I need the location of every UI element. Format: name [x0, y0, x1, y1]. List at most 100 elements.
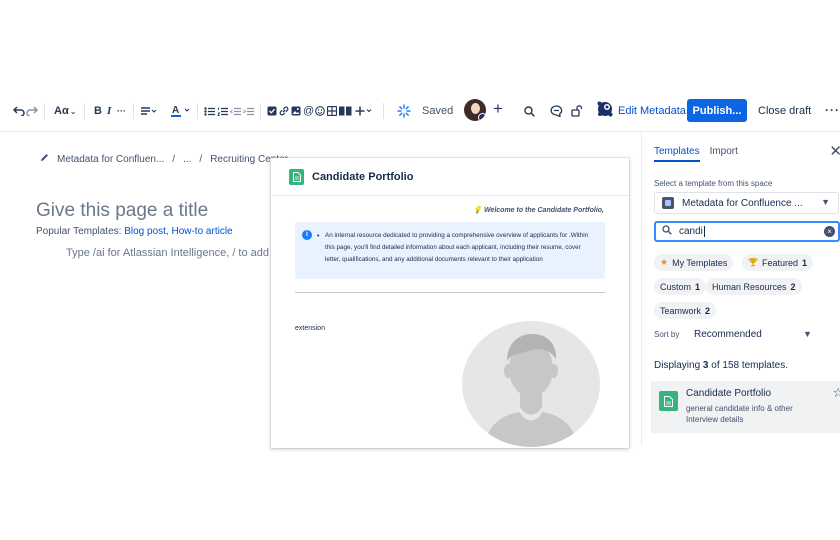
filter-chip-featured[interactable]: Featured 1 — [742, 254, 814, 271]
space-select[interactable]: Metadata for Confluence ... ▼ — [654, 192, 839, 214]
text-color-icon[interactable]: A — [171, 100, 191, 122]
redo-icon[interactable] — [26, 100, 38, 122]
chip-count: 1 — [695, 281, 701, 292]
blog-post-link[interactable]: Blog post — [124, 226, 166, 237]
italic-icon[interactable]: I — [107, 100, 111, 122]
outdent-icon[interactable] — [230, 100, 241, 122]
preview-title: Candidate Portfolio — [312, 170, 414, 183]
avatar[interactable] — [464, 99, 486, 121]
tab-templates[interactable]: Templates — [654, 146, 700, 162]
lightbulb-icon: 💡 — [473, 207, 482, 214]
avatar-badge — [478, 113, 486, 121]
template-result-description: general candidate info & other Interview… — [686, 404, 793, 424]
breadcrumb: Metadata for Confluen... / ... / Recruit… — [40, 153, 288, 165]
image-icon[interactable] — [291, 100, 301, 122]
emoji-icon[interactable] — [315, 100, 325, 122]
text-style-label: Aα — [54, 105, 69, 117]
pencil-icon — [40, 153, 49, 165]
tab-import[interactable]: Import — [710, 146, 738, 162]
link-icon[interactable] — [279, 100, 289, 122]
avatar-placeholder-image — [462, 321, 600, 447]
extension-label: extension — [295, 325, 325, 332]
document-icon — [289, 168, 304, 185]
breadcrumb-separator: / — [172, 153, 176, 165]
chip-count: 2 — [705, 305, 711, 316]
document-icon — [659, 391, 678, 411]
clear-search-icon[interactable]: × — [824, 226, 835, 237]
link-separator: , — [165, 226, 169, 237]
results-count: Displaying 3 of 158 templates. — [654, 360, 788, 371]
text-style-button[interactable]: Aα ⌄ — [54, 100, 76, 122]
toolbar-divider — [84, 103, 85, 119]
template-preview: Candidate Portfolio 💡 Welcome to the Can… — [271, 158, 629, 448]
toolbar-divider — [383, 103, 384, 119]
table-icon[interactable] — [327, 100, 337, 122]
template-search-input[interactable]: candi × — [654, 221, 840, 242]
templates-panel: Templates Import ✕ Select a template fro… — [641, 132, 840, 446]
sort-label: Sort by — [654, 330, 680, 339]
template-result-title: Candidate Portfolio — [686, 388, 772, 399]
info-text: An internal resource dedicated to provid… — [325, 232, 589, 263]
filter-chip-custom[interactable]: Custom 1 — [654, 278, 707, 295]
layout-icon[interactable] — [339, 100, 352, 122]
toolbar-divider — [44, 103, 45, 119]
breadcrumb-item-space[interactable]: Metadata for Confluen... — [57, 154, 164, 165]
bold-icon[interactable]: B — [94, 100, 102, 122]
comment-icon[interactable] — [550, 100, 563, 122]
close-draft-button[interactable]: Close draft — [758, 105, 811, 117]
chip-label: Featured — [762, 257, 799, 268]
star-icon[interactable]: ☆ — [832, 385, 840, 401]
filter-chip-my-templates[interactable]: ★ My Templates — [654, 254, 734, 271]
star-icon: ★ — [660, 257, 669, 267]
chevron-down-icon: ⌄ — [69, 106, 77, 116]
sort-select[interactable]: Recommended — [694, 329, 762, 340]
toolbar-divider — [260, 103, 261, 119]
editor-body-placeholder[interactable]: Type /ai for Atlassian Intelligence, / t… — [66, 247, 269, 259]
lock-icon[interactable] — [571, 100, 583, 122]
svg-text:A: A — [172, 105, 179, 116]
add-collaborator-icon[interactable]: + — [488, 99, 508, 119]
results-suffix: of 158 templates. — [708, 360, 788, 371]
avatar-face — [471, 103, 480, 114]
space-select-value: Metadata for Confluence ... — [682, 197, 803, 209]
search-icon — [662, 225, 672, 238]
edit-metadata-button[interactable]: Edit Metadata — [596, 100, 686, 121]
info-panel: i • An internal resource dedicated to pr… — [295, 222, 605, 279]
numbered-list-icon[interactable] — [217, 100, 228, 122]
more-formatting-icon[interactable]: ··· — [117, 100, 126, 122]
publish-button[interactable]: Publish... — [687, 99, 747, 122]
template-result-item[interactable]: Candidate Portfolio general candidate in… — [651, 381, 840, 433]
preview-header: Candidate Portfolio — [271, 158, 629, 196]
chip-count: 2 — [790, 281, 796, 292]
chip-count: 1 — [802, 257, 808, 268]
close-icon[interactable]: ✕ — [829, 142, 840, 160]
filter-chip-human-resources[interactable]: Human Resources 2 — [706, 278, 802, 295]
welcome-text: 💡 Welcome to the Candidate Portfolio, — [473, 206, 604, 214]
chip-label: Human Resources — [712, 281, 787, 292]
filter-chip-teamwork[interactable]: Teamwork 2 — [654, 302, 717, 319]
search-value: candi — [679, 226, 703, 237]
divider — [295, 292, 605, 293]
ai-icon[interactable] — [397, 100, 411, 122]
toolbar-divider — [197, 103, 198, 119]
bullet-icon: • — [317, 233, 320, 240]
chip-label: Custom — [660, 281, 692, 292]
info-icon: i — [302, 230, 312, 240]
welcome-label: Welcome to the Candidate Portfolio, — [483, 207, 604, 214]
more-actions-icon[interactable]: ··· — [825, 103, 840, 117]
search-icon[interactable] — [524, 100, 535, 122]
breadcrumb-separator: / — [199, 153, 203, 165]
alignment-icon[interactable] — [140, 100, 157, 122]
indent-icon[interactable] — [243, 100, 254, 122]
how-to-article-link[interactable]: How-to article — [171, 226, 232, 237]
insert-icon[interactable] — [355, 100, 373, 122]
chevron-down-icon[interactable]: ▼ — [803, 329, 812, 339]
undo-icon[interactable] — [13, 100, 25, 122]
toolbar-divider — [133, 103, 134, 119]
bullet-list-icon[interactable] — [204, 100, 215, 122]
mention-icon[interactable]: @ — [303, 100, 314, 122]
page-title-input[interactable]: Give this page a title — [36, 200, 208, 222]
task-icon[interactable] — [267, 100, 277, 122]
select-space-label: Select a template from this space — [654, 179, 773, 188]
breadcrumb-item-ellipsis[interactable]: ... — [183, 154, 191, 165]
